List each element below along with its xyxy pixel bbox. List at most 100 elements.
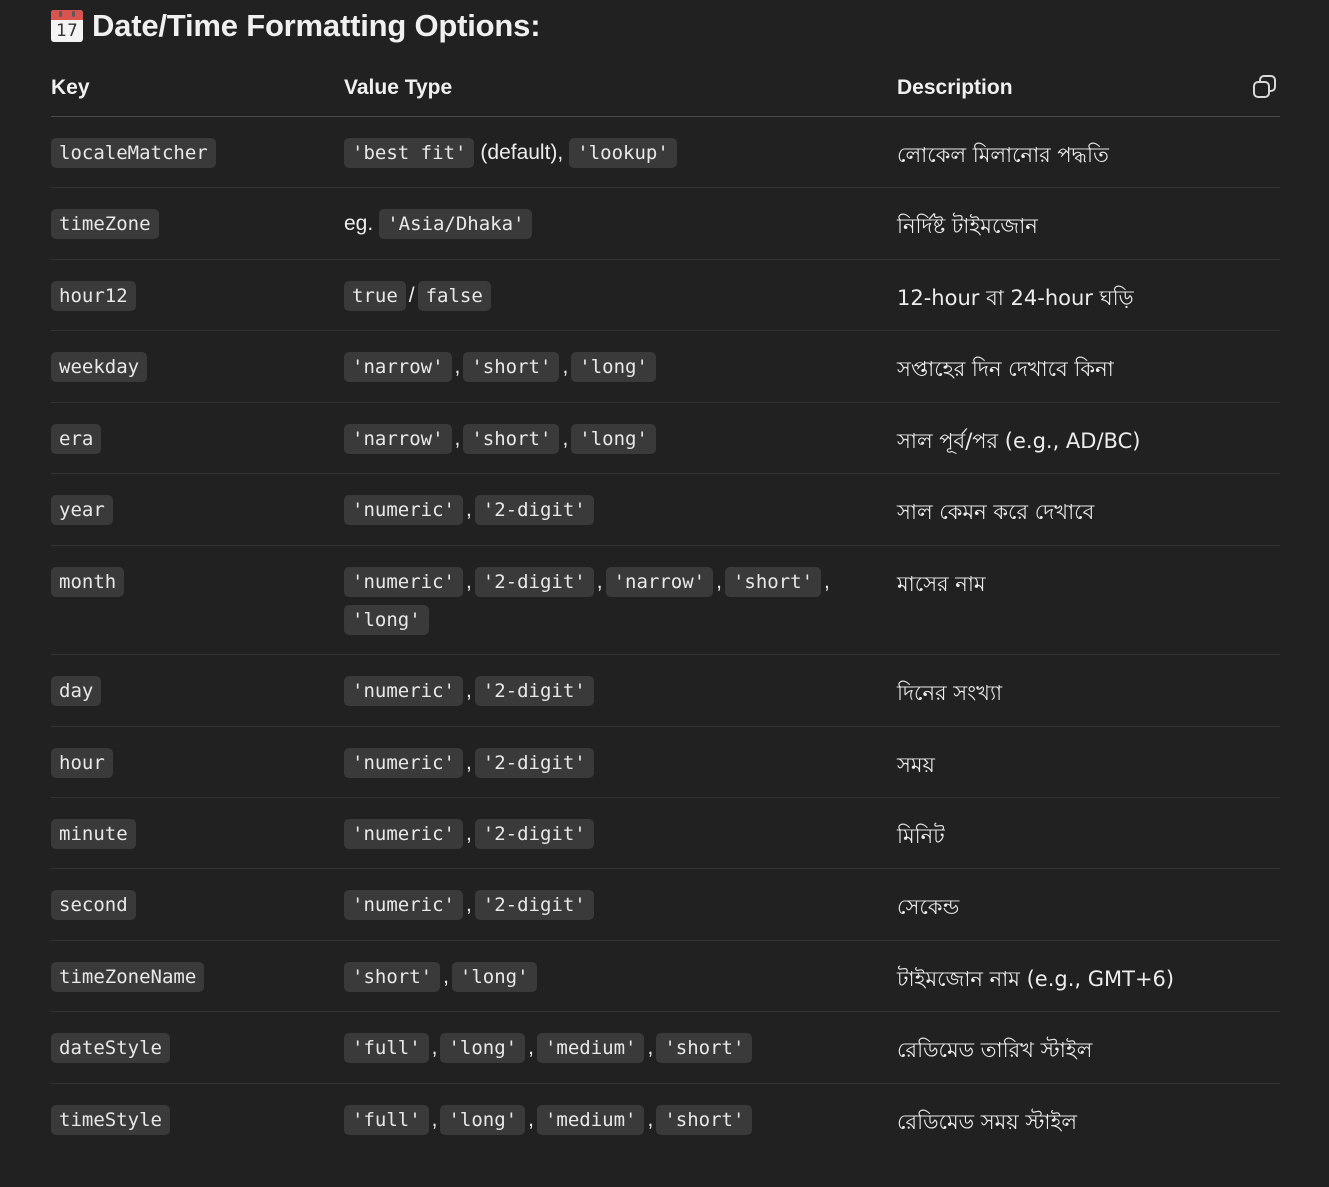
calendar-icon: 17: [51, 10, 83, 42]
value-code: '2-digit': [474, 567, 594, 597]
value-code: 'narrow': [344, 352, 452, 382]
cell-key: timeZone: [51, 209, 159, 239]
cell-value-type: 'full','long','medium','short': [344, 1101, 864, 1140]
value-code: '2-digit': [474, 748, 594, 778]
copy-icon[interactable]: [1250, 72, 1280, 102]
cell-value-type: eg. 'Asia/Dhaka': [344, 205, 864, 244]
cell-key: second: [51, 890, 136, 920]
value-code: 'numeric': [344, 567, 463, 597]
table-row: day 'numeric', '2-digit' দিনের সংখ্যা: [51, 655, 1280, 727]
cell-key: dateStyle: [51, 1033, 170, 1063]
cell-value-type: 'full','long','medium','short': [344, 1029, 864, 1068]
key-code: timeStyle: [51, 1105, 170, 1135]
cell-description: সময়: [897, 753, 935, 777]
cell-value-type: 'best fit' (default),'lookup': [344, 134, 864, 173]
value-code: 'short': [463, 424, 560, 454]
value-code: 'numeric': [344, 676, 463, 706]
value-separator: ,: [454, 427, 461, 450]
value-code: '2-digit': [474, 890, 594, 920]
section-heading: 17 Date/Time Formatting Options:: [51, 6, 541, 46]
table-body: localeMatcher 'best fit' (default),'lookup…: [51, 117, 1280, 1155]
table-row: localeMatcher 'best fit' (default),'lookup…: [51, 117, 1280, 188]
value-code: 'short': [344, 962, 441, 992]
cell-description: রেডিমেড তারিখ স্টাইল: [897, 1038, 1093, 1062]
calendar-icon-day: 17: [56, 21, 78, 41]
cell-description: সেকেন্ড: [897, 895, 960, 919]
cell-description: লোকেল মিলানোর পদ্ধতি: [897, 143, 1109, 167]
cell-description: সপ্তাহের দিন দেখাবে কিনা: [897, 357, 1114, 381]
cell-key: year: [51, 495, 113, 525]
table-row: weekday 'narrow','short','long' সপ্তাহের দ…: [51, 331, 1280, 403]
table-row: second 'numeric', '2-digit' সেকেন্ড: [51, 869, 1280, 941]
table-row: month'numeric', '2-digit','narrow','short…: [51, 546, 1280, 655]
value-code: 'numeric': [344, 890, 463, 920]
options-table: Key Value Type Description localeMatcher…: [51, 64, 1280, 1155]
value-code: '2-digit': [474, 819, 594, 849]
header-description: Description: [897, 76, 1013, 99]
value-separator: ,: [465, 498, 472, 521]
value-code: 'long': [451, 962, 537, 992]
heading-title: Date/Time Formatting Options:: [92, 8, 541, 43]
table-row: timeStyle'full','long','medium','short' র…: [51, 1084, 1280, 1155]
table-row: timeZone eg. 'Asia/Dhaka' নির্দিষ্ট টাইমজোন: [51, 188, 1280, 260]
cell-value-type: 'numeric', '2-digit': [344, 491, 864, 530]
value-separator: ,: [528, 1108, 534, 1131]
value-separator: ,: [562, 355, 569, 378]
key-code: second: [51, 890, 136, 920]
value-code: 'lookup': [569, 138, 677, 168]
table-header: Key Value Type Description: [51, 64, 1280, 117]
value-code: 'medium': [536, 1105, 645, 1135]
cell-value-type: 'numeric', '2-digit': [344, 744, 864, 783]
table-row: timeZoneName 'short','long' টাইমজোন নাম (e…: [51, 941, 1280, 1012]
cell-key: minute: [51, 819, 136, 849]
cell-description: টাইমজোন নাম (e.g., GMT+6): [897, 967, 1175, 991]
cell-value-type: 'narrow','short','long': [344, 348, 864, 387]
table-row: minute 'numeric', '2-digit' মিনিট: [51, 798, 1280, 869]
cell-key: timeZoneName: [51, 962, 205, 992]
value-code: 'numeric': [344, 748, 463, 778]
cell-description: 12-hour বা 24-hour ঘড়ি: [897, 286, 1134, 310]
value-separator: ,: [465, 751, 472, 774]
cell-description: নির্দিষ্ট টাইমজোন: [897, 214, 1038, 238]
value-separator: ,: [824, 570, 830, 593]
key-code: hour12: [51, 281, 136, 311]
value-code: 'Asia/Dhaka': [379, 209, 533, 239]
table-row: year 'numeric', '2-digit' সাল কেমন করে দেখা…: [51, 474, 1280, 546]
value-separator: ,: [528, 1036, 534, 1059]
table-row: hour 'numeric', '2-digit' সময়: [51, 727, 1280, 798]
key-code: weekday: [51, 352, 148, 382]
value-separator: ,: [647, 1108, 654, 1131]
value-separator: ,: [431, 1036, 438, 1059]
value-separator: ,: [443, 965, 449, 988]
cell-key: timeStyle: [51, 1105, 170, 1135]
cell-key: weekday: [51, 352, 148, 382]
value-code: 'medium': [536, 1033, 645, 1063]
cell-key: month: [51, 567, 125, 597]
value-separator: ,: [431, 1108, 438, 1131]
key-code: day: [51, 676, 102, 706]
cell-value-type: 'numeric', '2-digit': [344, 886, 864, 925]
cell-key: day: [51, 676, 102, 706]
value-code: 'short': [656, 1033, 753, 1063]
value-code: 'numeric': [344, 819, 463, 849]
cell-value-type: 'numeric', '2-digit': [344, 815, 864, 854]
key-code: era: [51, 424, 102, 454]
value-code: 'long': [344, 605, 429, 635]
value-separator: ,: [454, 355, 461, 378]
value-code: 'full': [344, 1033, 429, 1063]
value-code: false: [417, 281, 491, 311]
value-separator: /: [408, 284, 415, 307]
value-separator: ,: [596, 570, 603, 593]
key-code: minute: [51, 819, 136, 849]
table-row: era'narrow','short','long' সাল পূর্ব/পর (…: [51, 403, 1280, 474]
cell-description: মিনিট: [897, 824, 945, 848]
cell-key: hour12: [51, 281, 136, 311]
key-code: hour: [51, 748, 113, 778]
value-code: 'long': [571, 424, 656, 454]
cell-value-type: 'numeric', '2-digit': [344, 672, 864, 711]
cell-description: সাল কেমন করে দেখাবে: [897, 500, 1095, 524]
value-code: 'long': [440, 1033, 526, 1063]
value-separator: ,: [465, 679, 472, 702]
value-text: eg.: [344, 212, 374, 235]
value-separator: ,: [465, 822, 472, 845]
